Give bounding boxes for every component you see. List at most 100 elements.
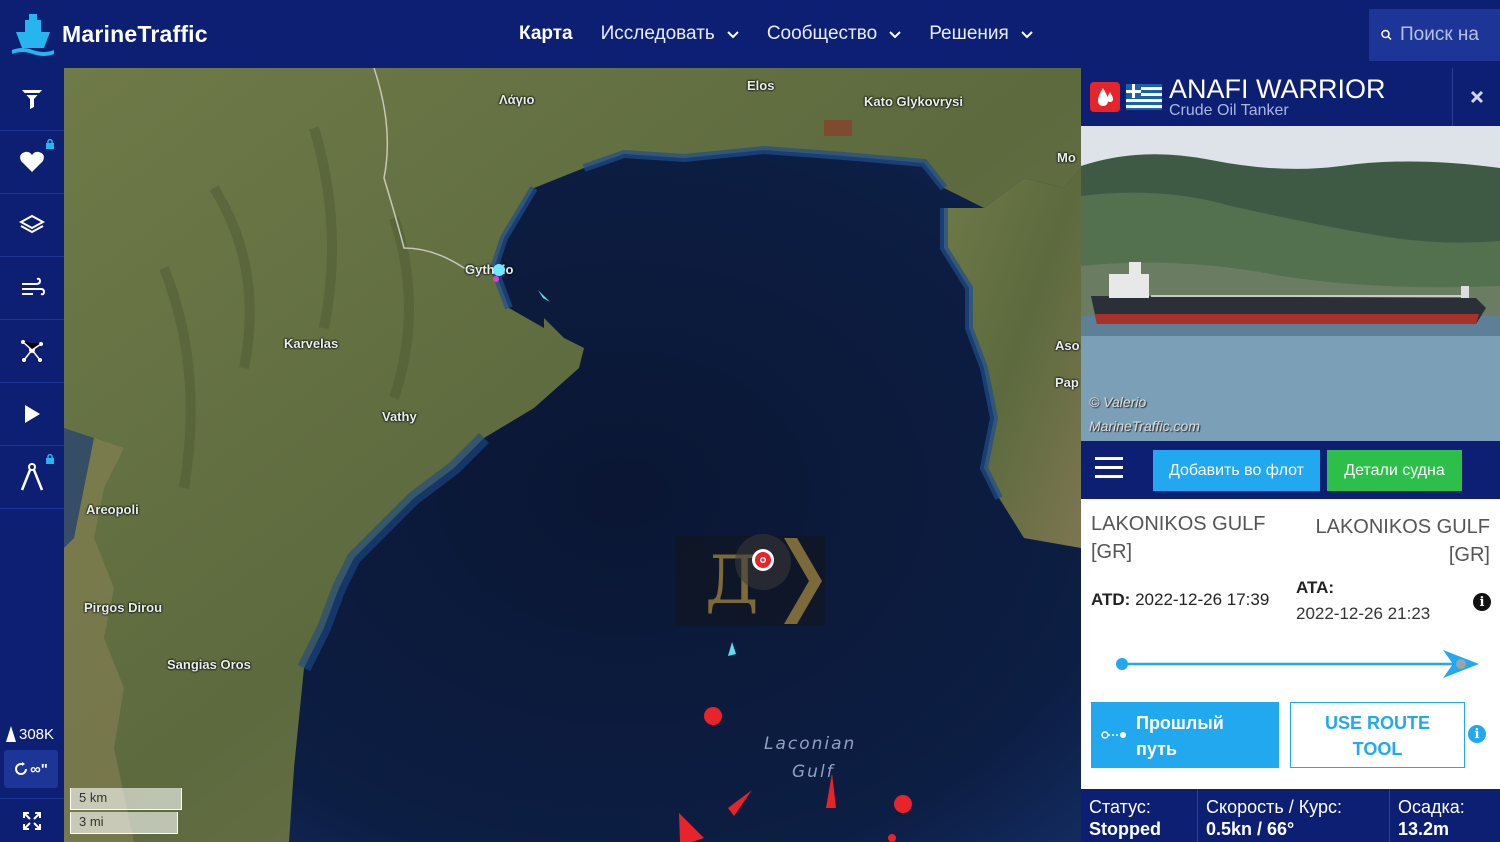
info-icon[interactable]: i	[1473, 593, 1491, 611]
route-info-icon[interactable]: i	[1468, 725, 1486, 743]
wind-icon	[22, 277, 45, 296]
chevron-down-icon	[1021, 31, 1033, 39]
lock-icon	[46, 454, 54, 464]
vessel-marker[interactable]	[679, 813, 704, 842]
route-tool-button[interactable]: USE ROUTE TOOL	[1290, 702, 1465, 768]
vessel-markers	[493, 264, 912, 842]
vessel-details-button[interactable]: Детали судна	[1327, 450, 1462, 491]
search-icon	[1381, 29, 1392, 41]
route-tool-label-1: USE ROUTE	[1324, 713, 1430, 733]
draught-label: Осадка:	[1398, 797, 1465, 817]
tanker-type-icon	[1090, 82, 1120, 112]
boat-icon	[6, 726, 16, 742]
arrival-port-name: LAKONIKOS GULF	[1315, 516, 1491, 538]
draught-value: 13.2m	[1398, 819, 1450, 839]
speed-value: 0.5kn / 66°	[1206, 819, 1295, 839]
weather-button[interactable]	[0, 257, 64, 320]
playback-button[interactable]	[0, 383, 64, 446]
add-to-fleet-button[interactable]: Добавить во флот	[1153, 450, 1320, 491]
atd: ATD: 2022-12-26 17:39	[1091, 590, 1269, 610]
nav-map-label: Карта	[519, 23, 573, 44]
ship-logo-icon	[12, 14, 54, 56]
scale-mi: 3 mi	[70, 812, 178, 834]
vessel-count-value: 308K	[19, 725, 55, 743]
vessel-marker[interactable]	[728, 642, 736, 656]
vessel-name: ANAFI WARRIOR	[1169, 74, 1386, 104]
filter-button[interactable]	[0, 68, 64, 131]
nav-solutions-label: Решения	[929, 23, 1009, 44]
arrival-port[interactable]: LAKONIKOS GULF [GR]	[1316, 513, 1491, 569]
vessel-action-bar: Добавить во флот Детали судна	[1081, 441, 1500, 499]
port-marker[interactable]	[493, 276, 499, 282]
play-icon	[25, 405, 40, 423]
fullscreen-button[interactable]	[0, 798, 64, 842]
ata-label: ATA:	[1296, 578, 1335, 597]
nav-community[interactable]: Сообщество	[767, 23, 901, 45]
loop-label: ∞"	[30, 760, 48, 778]
nav-community-label: Сообщество	[766, 23, 878, 44]
chevron-down-icon	[727, 31, 739, 39]
nav-map[interactable]: Карта	[519, 23, 573, 45]
arrival-port-country: [GR]	[1448, 544, 1490, 566]
port-marker[interactable]	[493, 264, 505, 276]
favorites-button[interactable]	[0, 131, 64, 194]
filter-icon	[22, 90, 42, 109]
map-canvas[interactable]: Λάγιο Elos Kato Glykovrysi Mo Gytheio Ka…	[64, 68, 1081, 842]
ata-value: 2022-12-26 21:23	[1296, 604, 1431, 623]
scale-km: 5 km	[70, 788, 182, 810]
search-box[interactable]	[1369, 9, 1500, 61]
chevron-down-icon	[889, 31, 901, 39]
fullscreen-icon	[23, 811, 41, 830]
atd-value: 2022-12-26 17:39	[1135, 590, 1270, 609]
vessel-marker[interactable]	[888, 834, 896, 842]
vessel-photo[interactable]: © Valerio MarineTraffic.com	[1081, 126, 1500, 441]
main-nav: Карта Исследовать Сообщество Решения	[519, 0, 1061, 68]
route-tool-label-2: TOOL	[1352, 739, 1403, 759]
lock-icon	[46, 139, 54, 149]
vessel-marker[interactable]	[728, 790, 752, 816]
density-icon	[21, 340, 43, 362]
search-input[interactable]	[1400, 24, 1500, 46]
loop-button[interactable]: ∞"	[4, 750, 58, 788]
density-button[interactable]	[0, 320, 64, 383]
status-label: Статус:	[1089, 797, 1151, 817]
vessel-type: Crude Oil Tanker	[1169, 102, 1289, 119]
atd-label: ATD:	[1091, 590, 1131, 609]
brand-name: MarineTraffic	[62, 20, 208, 47]
layers-icon	[19, 214, 45, 234]
nav-explore-label: Исследовать	[600, 23, 715, 44]
measure-button[interactable]	[0, 446, 64, 509]
gulf-label-line2: Gulf	[792, 762, 835, 782]
marinetraffic-logo[interactable]: MarineTraffic	[10, 12, 208, 56]
vessel-stats: Статус: Stopped Скорость / Курс: 0.5kn /…	[1081, 789, 1500, 842]
draught-stat: Осадка: 13.2m	[1390, 789, 1500, 842]
measure-icon	[20, 463, 44, 491]
vessel-marker[interactable]	[704, 707, 722, 725]
photo-credit-site: MarineTraffic.com	[1089, 418, 1200, 434]
departure-port-country: [GR]	[1091, 541, 1133, 563]
past-track-button[interactable]: Прошлый путь	[1091, 702, 1279, 768]
departure-port[interactable]: LAKONIKOS GULF [GR]	[1091, 510, 1266, 566]
vessel-header: ANAFI WARRIOR Crude Oil Tanker	[1081, 68, 1500, 126]
voyage-progress	[1116, 650, 1479, 678]
nav-explore[interactable]: Исследовать	[601, 23, 739, 45]
toolbar-bottom: 308K ∞"	[0, 724, 64, 842]
top-navigation-bar: MarineTraffic Карта Исследовать Сообщест…	[0, 0, 1500, 68]
greece-flag-icon	[1126, 84, 1162, 110]
refresh-icon	[15, 762, 28, 775]
vessel-count: 308K	[0, 724, 64, 744]
track-icon	[1101, 731, 1126, 739]
vessel-marker[interactable]	[894, 795, 912, 813]
close-icon	[1470, 90, 1483, 104]
speed-stat: Скорость / Курс: 0.5kn / 66°	[1198, 789, 1390, 842]
status-stat: Статус: Stopped	[1081, 789, 1198, 842]
vessel-info-panel: ANAFI WARRIOR Crude Oil Tanker © Valerio…	[1081, 68, 1500, 842]
past-track-label-1: Прошлый	[1136, 713, 1224, 733]
photo-credit-author: © Valerio	[1089, 394, 1147, 410]
layers-button[interactable]	[0, 194, 64, 257]
vessel-marker[interactable]	[538, 290, 550, 302]
close-button[interactable]	[1452, 68, 1500, 126]
past-track-label-2: путь	[1136, 739, 1177, 759]
hamburger-menu-icon[interactable]	[1095, 457, 1123, 483]
nav-solutions[interactable]: Решения	[929, 23, 1033, 45]
